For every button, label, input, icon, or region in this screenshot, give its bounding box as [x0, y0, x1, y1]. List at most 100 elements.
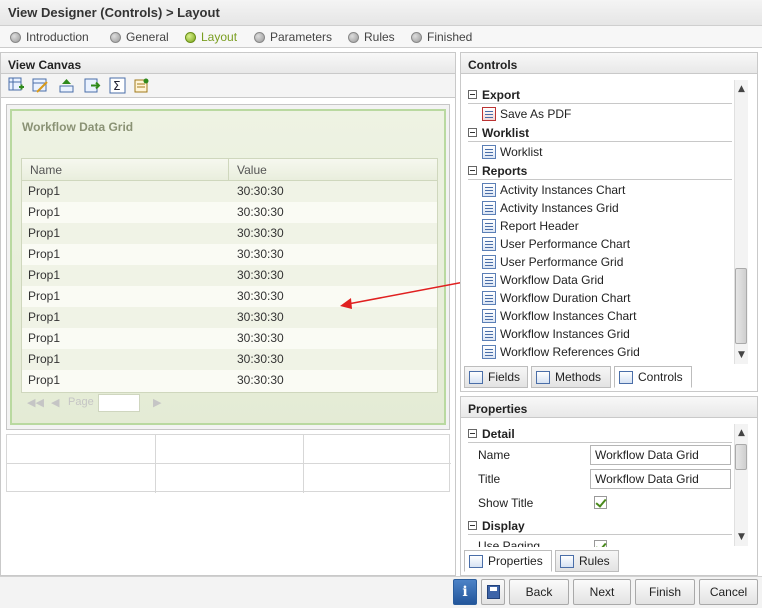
- properties-scrollbar[interactable]: ▲ ▼: [734, 424, 748, 546]
- table-row[interactable]: Prop1 30:30:30: [22, 202, 437, 223]
- show-title-checkbox[interactable]: [594, 496, 607, 509]
- collapse-icon[interactable]: [468, 166, 477, 175]
- report-header-icon: [482, 218, 496, 233]
- use-paging-label: Use Paging: [478, 539, 541, 547]
- use-paging-checkbox[interactable]: [594, 540, 607, 547]
- worklist-icon: [482, 144, 496, 159]
- name-label: Name: [478, 448, 511, 462]
- info-button[interactable]: i: [453, 579, 477, 605]
- next-button[interactable]: Next: [573, 579, 631, 605]
- name-input[interactable]: Workflow Data Grid: [590, 445, 731, 465]
- cancel-button[interactable]: Cancel: [699, 579, 758, 605]
- collapse-icon[interactable]: [468, 90, 477, 99]
- control-activity-instances-grid[interactable]: Activity Instances Grid: [482, 199, 619, 216]
- table-row[interactable]: Prop1 30:30:30: [22, 181, 437, 202]
- scroll-down-icon[interactable]: ▼: [738, 532, 745, 542]
- step-dot-icon: [348, 31, 359, 43]
- controls-list: Export Save As PDF Worklist Worklist Rep…: [466, 80, 732, 366]
- table-row[interactable]: Prop1 30:30:30: [22, 370, 437, 391]
- cell-name: Prop1: [28, 205, 61, 219]
- collapse-icon[interactable]: [468, 429, 477, 438]
- back-button[interactable]: Back: [509, 579, 569, 605]
- properties-icon[interactable]: [133, 77, 150, 94]
- grid-icon: [482, 344, 496, 359]
- step-parameters[interactable]: Parameters: [254, 29, 332, 45]
- control-activity-instances-chart[interactable]: Activity Instances Chart: [482, 181, 625, 198]
- cell-name: Prop1: [28, 310, 61, 324]
- control-workflow-data-grid[interactable]: Workflow Data Grid: [482, 271, 604, 288]
- collapse-icon[interactable]: [468, 128, 477, 137]
- collapse-icon[interactable]: [468, 521, 477, 530]
- rules-icon: [560, 554, 574, 568]
- cell-value: 30:30:30: [237, 352, 284, 366]
- column-header-value[interactable]: Value: [229, 159, 437, 181]
- scroll-down-icon[interactable]: ▼: [738, 350, 745, 360]
- cell-name: Prop1: [28, 247, 61, 261]
- control-report-header[interactable]: Report Header: [482, 217, 579, 234]
- grid-pager: ◀◀ ◀ Page ▶: [21, 393, 438, 415]
- edit-table-icon[interactable]: [32, 77, 49, 94]
- export-icon[interactable]: [84, 77, 101, 94]
- tab-methods[interactable]: Methods: [531, 366, 611, 388]
- tab-properties[interactable]: Properties: [464, 550, 552, 572]
- grid-icon: [482, 254, 496, 269]
- step-finished[interactable]: Finished: [411, 29, 472, 45]
- use-paging-row: Use Paging: [478, 538, 734, 547]
- layout-table[interactable]: [6, 434, 451, 493]
- table-row[interactable]: Prop1 30:30:30: [22, 244, 437, 265]
- prev-page-icon[interactable]: ◀: [51, 396, 59, 409]
- cell-name: Prop1: [28, 184, 61, 198]
- cell-value: 30:30:30: [237, 373, 284, 387]
- section-worklist[interactable]: Worklist: [468, 124, 529, 141]
- control-save-as-pdf[interactable]: Save As PDF: [482, 105, 571, 122]
- control-workflow-instances-grid[interactable]: Workflow Instances Grid: [482, 325, 630, 342]
- control-workflow-duration-chart[interactable]: Workflow Duration Chart: [482, 289, 631, 306]
- tab-fields[interactable]: Fields: [464, 366, 528, 388]
- controls-icon: [619, 370, 633, 384]
- section-detail[interactable]: Detail: [468, 425, 515, 442]
- column-header-name[interactable]: Name: [22, 159, 229, 181]
- cell-value: 30:30:30: [237, 310, 284, 324]
- next-page-icon[interactable]: ▶: [153, 396, 161, 409]
- control-worklist[interactable]: Worklist: [482, 143, 542, 160]
- save-disk-icon: [487, 585, 500, 599]
- table-row[interactable]: Prop1 30:30:30: [22, 223, 437, 244]
- svg-text:Σ: Σ: [113, 79, 121, 93]
- cell-value: 30:30:30: [237, 268, 284, 282]
- control-workflow-references-grid[interactable]: Workflow References Grid: [482, 343, 640, 360]
- step-dot-icon: [10, 31, 21, 43]
- step-general[interactable]: General: [110, 29, 169, 45]
- save-button[interactable]: [481, 579, 505, 605]
- title-label: Title: [478, 472, 501, 486]
- cell-name: Prop1: [28, 226, 61, 240]
- properties-header: Properties: [460, 396, 758, 418]
- table-row[interactable]: Prop1 30:30:30: [22, 328, 437, 349]
- controls-scroll-thumb[interactable]: [735, 268, 747, 344]
- page-number-input[interactable]: [98, 394, 140, 412]
- first-page-icon[interactable]: ◀◀: [27, 396, 44, 409]
- finish-button[interactable]: Finish: [635, 579, 695, 605]
- control-user-performance-grid[interactable]: User Performance Grid: [482, 253, 623, 270]
- properties-scroll-thumb[interactable]: [735, 444, 747, 470]
- grid-icon: [482, 272, 496, 287]
- sum-icon[interactable]: Σ: [109, 77, 126, 94]
- tab-rules[interactable]: Rules: [555, 550, 619, 572]
- cell-value: 30:30:30: [237, 247, 284, 261]
- tab-controls[interactable]: Controls: [614, 366, 692, 388]
- methods-icon: [536, 370, 550, 384]
- move-up-icon[interactable]: [58, 77, 75, 94]
- scroll-up-icon[interactable]: ▲: [738, 84, 745, 94]
- step-layout[interactable]: Layout: [185, 29, 237, 45]
- step-rules[interactable]: Rules: [348, 29, 395, 45]
- add-control-icon[interactable]: [8, 77, 25, 94]
- title-input[interactable]: Workflow Data Grid: [590, 469, 731, 489]
- grid-title: Workflow Data Grid: [22, 120, 134, 134]
- section-reports[interactable]: Reports: [468, 162, 527, 179]
- section-export[interactable]: Export: [468, 86, 520, 103]
- control-workflow-instances-chart[interactable]: Workflow Instances Chart: [482, 307, 637, 324]
- section-display[interactable]: Display: [468, 517, 525, 534]
- control-user-performance-chart[interactable]: User Performance Chart: [482, 235, 630, 252]
- scroll-up-icon[interactable]: ▲: [738, 428, 745, 438]
- table-row[interactable]: Prop1 30:30:30: [22, 349, 437, 370]
- step-introduction[interactable]: Introduction: [10, 29, 89, 45]
